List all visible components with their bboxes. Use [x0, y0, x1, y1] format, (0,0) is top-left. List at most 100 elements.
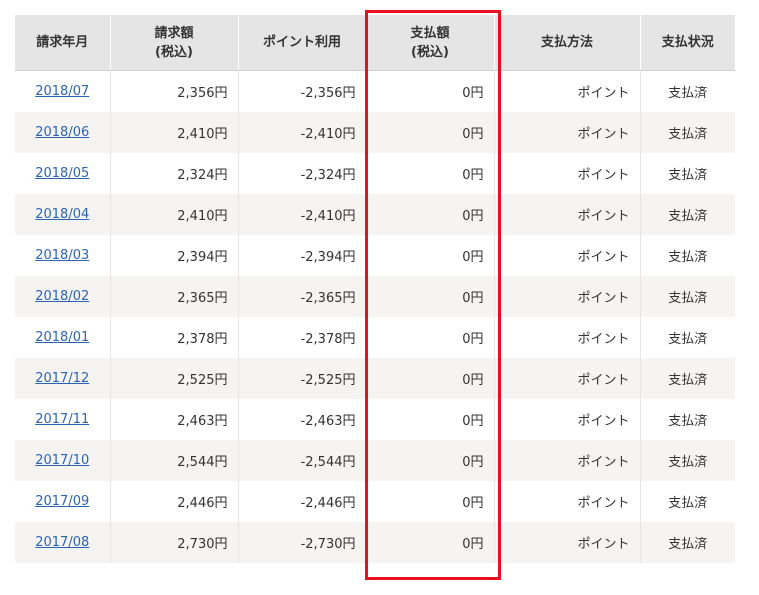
cell-billing-amount: 2,463円 [110, 399, 239, 440]
table-row: 2018/03 2,394円 -2,394円 0円 ポイント 支払済 [15, 235, 735, 276]
cell-payment-status: 支払済 [640, 440, 735, 481]
cell-payment-method: ポイント [494, 317, 641, 358]
billing-month-link[interactable]: 2018/02 [35, 289, 89, 304]
cell-payment-amount: 0円 [366, 522, 495, 563]
header-payment-amount-label: 支払額 [410, 25, 450, 41]
cell-payment-status: 支払済 [640, 112, 735, 153]
header-payment-method: 支払方法 [494, 15, 641, 71]
cell-billing-month: 2017/08 [15, 522, 111, 563]
billing-month-link[interactable]: 2018/06 [35, 125, 89, 140]
cell-payment-status: 支払済 [640, 522, 735, 563]
header-payment-amount: 支払額 (税込) [366, 15, 495, 71]
cell-point-usage: -2,356円 [238, 70, 367, 112]
table-row: 2018/07 2,356円 -2,356円 0円 ポイント 支払済 [15, 70, 735, 112]
cell-payment-status: 支払済 [640, 317, 735, 358]
header-billing-amount-tax: (税込) [155, 44, 193, 60]
cell-payment-status: 支払済 [640, 153, 735, 194]
table-row: 2018/05 2,324円 -2,324円 0円 ポイント 支払済 [15, 153, 735, 194]
cell-payment-amount: 0円 [366, 317, 495, 358]
cell-point-usage: -2,410円 [238, 194, 367, 235]
cell-payment-status: 支払済 [640, 194, 735, 235]
billing-table: 請求年月 請求額 (税込) ポイント利用 支払額 (税込) 支払方法 支払状況 … [15, 15, 735, 563]
cell-point-usage: -2,378円 [238, 317, 367, 358]
table-row: 2018/04 2,410円 -2,410円 0円 ポイント 支払済 [15, 194, 735, 235]
table-row: 2017/12 2,525円 -2,525円 0円 ポイント 支払済 [15, 358, 735, 399]
cell-billing-amount: 2,410円 [110, 112, 239, 153]
header-point-usage: ポイント利用 [238, 15, 367, 71]
billing-month-link[interactable]: 2018/01 [35, 330, 89, 345]
billing-month-link[interactable]: 2018/05 [35, 166, 89, 181]
cell-billing-amount: 2,324円 [110, 153, 239, 194]
cell-payment-status: 支払済 [640, 276, 735, 317]
cell-payment-amount: 0円 [366, 358, 495, 399]
table-header: 請求年月 請求額 (税込) ポイント利用 支払額 (税込) 支払方法 支払状況 [15, 15, 735, 71]
cell-payment-method: ポイント [494, 235, 641, 276]
cell-billing-month: 2017/09 [15, 481, 111, 522]
billing-month-link[interactable]: 2018/07 [35, 84, 89, 99]
cell-billing-amount: 2,410円 [110, 194, 239, 235]
header-payment-status: 支払状況 [640, 15, 735, 71]
cell-payment-method: ポイント [494, 481, 641, 522]
cell-payment-status: 支払済 [640, 358, 735, 399]
cell-payment-status: 支払済 [640, 481, 735, 522]
cell-billing-amount: 2,356円 [110, 70, 239, 112]
billing-month-link[interactable]: 2017/11 [35, 412, 89, 427]
cell-payment-amount: 0円 [366, 399, 495, 440]
cell-point-usage: -2,544円 [238, 440, 367, 481]
header-row: 請求年月 請求額 (税込) ポイント利用 支払額 (税込) 支払方法 支払状況 [15, 15, 735, 71]
billing-month-link[interactable]: 2017/09 [35, 494, 89, 509]
cell-payment-method: ポイント [494, 440, 641, 481]
cell-point-usage: -2,410円 [238, 112, 367, 153]
cell-point-usage: -2,365円 [238, 276, 367, 317]
cell-payment-amount: 0円 [366, 194, 495, 235]
cell-payment-method: ポイント [494, 194, 641, 235]
cell-point-usage: -2,446円 [238, 481, 367, 522]
cell-billing-amount: 2,365円 [110, 276, 239, 317]
cell-point-usage: -2,324円 [238, 153, 367, 194]
cell-payment-amount: 0円 [366, 70, 495, 112]
billing-month-link[interactable]: 2018/04 [35, 207, 89, 222]
billing-history-page: 請求年月 請求額 (税込) ポイント利用 支払額 (税込) 支払方法 支払状況 … [0, 0, 759, 595]
table-row: 2018/02 2,365円 -2,365円 0円 ポイント 支払済 [15, 276, 735, 317]
cell-point-usage: -2,463円 [238, 399, 367, 440]
cell-billing-month: 2017/11 [15, 399, 111, 440]
billing-month-link[interactable]: 2017/12 [35, 371, 89, 386]
cell-payment-method: ポイント [494, 358, 641, 399]
billing-month-link[interactable]: 2018/03 [35, 248, 89, 263]
cell-billing-amount: 2,394円 [110, 235, 239, 276]
cell-payment-method: ポイント [494, 70, 641, 112]
billing-month-link[interactable]: 2017/10 [35, 453, 89, 468]
cell-billing-month: 2017/10 [15, 440, 111, 481]
table-row: 2017/11 2,463円 -2,463円 0円 ポイント 支払済 [15, 399, 735, 440]
billing-month-link[interactable]: 2017/08 [35, 535, 89, 550]
cell-payment-amount: 0円 [366, 112, 495, 153]
header-payment-amount-tax: (税込) [411, 44, 449, 60]
header-billing-amount-label: 請求額 [154, 25, 194, 41]
cell-payment-amount: 0円 [366, 481, 495, 522]
table-row: 2017/08 2,730円 -2,730円 0円 ポイント 支払済 [15, 522, 735, 563]
cell-payment-status: 支払済 [640, 70, 735, 112]
cell-payment-amount: 0円 [366, 276, 495, 317]
cell-billing-amount: 2,446円 [110, 481, 239, 522]
cell-billing-amount: 2,544円 [110, 440, 239, 481]
cell-billing-month: 2018/01 [15, 317, 111, 358]
cell-billing-amount: 2,525円 [110, 358, 239, 399]
table-row: 2017/10 2,544円 -2,544円 0円 ポイント 支払済 [15, 440, 735, 481]
cell-payment-method: ポイント [494, 399, 641, 440]
cell-billing-amount: 2,378円 [110, 317, 239, 358]
cell-billing-amount: 2,730円 [110, 522, 239, 563]
cell-billing-month: 2018/03 [15, 235, 111, 276]
cell-point-usage: -2,525円 [238, 358, 367, 399]
cell-billing-month: 2018/07 [15, 70, 111, 112]
cell-billing-month: 2018/06 [15, 112, 111, 153]
cell-billing-month: 2017/12 [15, 358, 111, 399]
cell-payment-method: ポイント [494, 276, 641, 317]
cell-point-usage: -2,394円 [238, 235, 367, 276]
cell-point-usage: -2,730円 [238, 522, 367, 563]
header-billing-amount: 請求額 (税込) [110, 15, 239, 71]
cell-payment-amount: 0円 [366, 153, 495, 194]
table-row: 2017/09 2,446円 -2,446円 0円 ポイント 支払済 [15, 481, 735, 522]
cell-payment-status: 支払済 [640, 235, 735, 276]
table-row: 2018/06 2,410円 -2,410円 0円 ポイント 支払済 [15, 112, 735, 153]
cell-payment-status: 支払済 [640, 399, 735, 440]
